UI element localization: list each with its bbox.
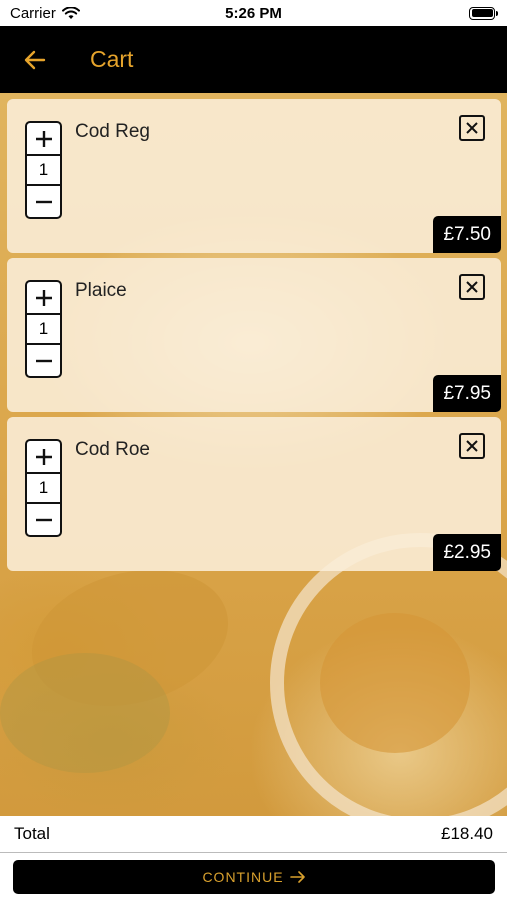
plus-icon <box>35 289 52 306</box>
quantity-value: 1 <box>27 154 60 186</box>
minus-icon <box>35 359 52 362</box>
arrow-right-icon <box>289 871 305 883</box>
item-price: £7.95 <box>433 375 501 412</box>
continue-label: CONTINUE <box>202 869 284 885</box>
cart-item: 1 Plaice £7.95 <box>7 258 501 412</box>
cart-item: 1 Cod Reg £7.50 <box>7 99 501 253</box>
minus-icon <box>35 518 52 521</box>
continue-button[interactable]: CONTINUE <box>13 860 495 894</box>
remove-item-button[interactable] <box>459 433 485 459</box>
item-name: Cod Roe <box>75 439 150 460</box>
item-price: £7.50 <box>433 216 501 253</box>
decrement-button[interactable] <box>27 504 60 535</box>
item-name: Cod Reg <box>75 121 150 142</box>
quantity-value: 1 <box>27 472 60 504</box>
arrow-left-icon <box>24 50 46 69</box>
back-button[interactable] <box>0 26 70 93</box>
battery-icon <box>469 6 498 20</box>
decrement-button[interactable] <box>27 345 60 376</box>
quantity-stepper: 1 <box>25 121 62 219</box>
status-left: Carrier <box>10 5 80 22</box>
increment-button[interactable] <box>27 282 60 313</box>
quantity-stepper: 1 <box>25 280 62 378</box>
wifi-icon <box>61 6 80 19</box>
cart-footer: Total £18.40 CONTINUE <box>0 816 507 900</box>
cart-item: 1 Cod Roe £2.95 <box>7 417 501 571</box>
close-icon <box>466 440 478 452</box>
status-bar: Carrier 5:26 PM <box>0 0 507 26</box>
carrier-label: Carrier <box>10 4 56 22</box>
remove-item-button[interactable] <box>459 274 485 300</box>
total-label: Total <box>14 824 50 843</box>
page-title: Cart <box>90 46 134 72</box>
quantity-value: 1 <box>27 313 60 345</box>
item-name: Plaice <box>75 280 127 301</box>
plus-icon <box>35 130 52 147</box>
quantity-stepper: 1 <box>25 439 62 537</box>
increment-button[interactable] <box>27 123 60 154</box>
total-row: Total £18.40 <box>0 816 507 853</box>
close-icon <box>466 122 478 134</box>
item-price: £2.95 <box>433 534 501 571</box>
plus-icon <box>35 448 52 465</box>
cart-list: 1 Cod Reg £7.50 1 Plaice £7.95 1 Cod Roe… <box>7 99 501 576</box>
nav-bar: Cart <box>0 26 507 93</box>
total-value: £18.40 <box>441 824 493 843</box>
close-icon <box>466 281 478 293</box>
increment-button[interactable] <box>27 441 60 472</box>
minus-icon <box>35 200 52 203</box>
decrement-button[interactable] <box>27 186 60 217</box>
remove-item-button[interactable] <box>459 115 485 141</box>
